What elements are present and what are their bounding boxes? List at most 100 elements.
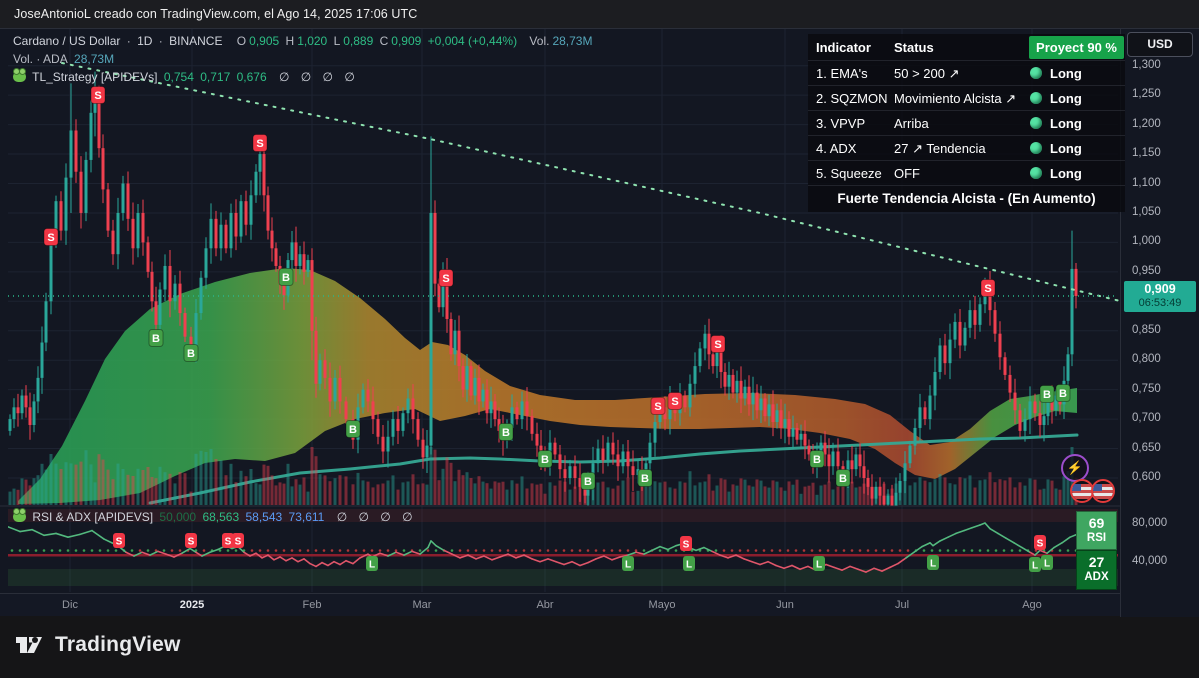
interval-label: 1D: [137, 34, 152, 48]
sell-marker[interactable]: S: [91, 87, 105, 104]
price-axis-label: 0,750: [1132, 383, 1161, 395]
buy-marker[interactable]: B: [810, 451, 824, 468]
strategy-legend[interactable]: TL_Strategy [APIDEVs] 0,754 0,717 0,676 …: [13, 70, 362, 84]
svg-text:S: S: [714, 339, 721, 351]
currency-toggle-button[interactable]: USD: [1127, 32, 1193, 57]
svg-text:B: B: [152, 333, 160, 345]
indicator-row: 1. EMA's50 > 200 ↗Long: [808, 61, 1125, 86]
rsi-long-marker[interactable]: L: [1041, 555, 1053, 570]
buy-marker[interactable]: B: [638, 470, 652, 487]
indicator-row: 2. SQZMONMovimiento Alcista ↗Long: [808, 86, 1125, 111]
buy-marker[interactable]: B: [346, 421, 360, 438]
svg-text:S: S: [442, 273, 449, 285]
strategy-empty-values: ∅ ∅ ∅ ∅: [279, 70, 359, 84]
svg-text:S: S: [984, 283, 991, 295]
signal-label: Long: [1050, 61, 1082, 86]
buy-marker[interactable]: B: [184, 345, 198, 362]
svg-text:S: S: [1037, 539, 1044, 550]
svg-text:L: L: [625, 560, 631, 571]
high-value: 1,020: [297, 34, 327, 48]
rsi-long-marker[interactable]: L: [927, 555, 939, 570]
change-value: +0,004 (+0,44%): [428, 34, 517, 48]
svg-text:S: S: [256, 138, 263, 150]
tradingview-logo[interactable]: TradingView: [14, 631, 181, 659]
long-signal-icon: [1030, 142, 1042, 154]
svg-text:B: B: [839, 473, 847, 485]
price-axis[interactable]: USD 1,3001,2501,2001,1501,1001,0501,0000…: [1120, 29, 1199, 617]
rsi-signal-markers[interactable]: SSSSSSLLLLLLL: [113, 533, 1053, 572]
svg-text:B: B: [541, 454, 549, 466]
symbol-legend[interactable]: Cardano / US Dollar · 1D · BINANCE O0,90…: [13, 34, 595, 48]
panel-footer-text: Fuerte Tendencia Alcista - (En Aumento): [808, 186, 1125, 212]
sell-marker[interactable]: S: [981, 280, 995, 297]
rsi-sell-marker[interactable]: S: [185, 533, 197, 548]
buy-marker[interactable]: B: [279, 269, 293, 286]
svg-text:B: B: [813, 454, 821, 466]
rsi-sell-marker[interactable]: S: [680, 536, 692, 551]
rsi-sell-marker[interactable]: S: [232, 533, 244, 548]
us-flag-event-icon[interactable]: [1091, 479, 1115, 503]
price-axis-label: 1,000: [1132, 235, 1161, 247]
signal-label: Long: [1050, 86, 1082, 111]
volume-legend[interactable]: Vol. · ADA 28,73M: [13, 52, 117, 66]
buy-marker[interactable]: B: [1040, 386, 1054, 403]
buy-marker[interactable]: B: [149, 330, 163, 347]
buy-marker[interactable]: B: [1056, 385, 1070, 402]
sell-marker[interactable]: S: [651, 398, 665, 415]
sell-marker[interactable]: S: [439, 270, 453, 287]
buy-marker[interactable]: B: [499, 424, 513, 441]
strategy-name: TL_Strategy [APIDEVs]: [32, 70, 157, 84]
rsi-long-marker[interactable]: L: [1029, 557, 1041, 572]
rsi-long-marker[interactable]: L: [813, 556, 825, 571]
buy-marker[interactable]: B: [836, 470, 850, 487]
rsi-long-marker[interactable]: L: [366, 556, 378, 571]
indicator-status-panel: Indicator Status Proyect 90 % 1. EMA's50…: [808, 34, 1125, 212]
rsi-value-badge: 69 RSI: [1076, 511, 1117, 550]
sell-marker[interactable]: S: [253, 135, 267, 152]
svg-text:S: S: [116, 537, 123, 548]
attribution-bar: JoseAntonioL creado con TradingView.com,…: [0, 0, 1199, 28]
sell-marker[interactable]: S: [668, 393, 682, 410]
rsi-axis-label: 40,000: [1132, 555, 1167, 567]
exchange-label: BINANCE: [169, 34, 222, 48]
price-axis-label: 1,300: [1132, 59, 1161, 71]
rsi-sell-marker[interactable]: S: [1034, 535, 1046, 550]
price-axis-label: 0,850: [1132, 324, 1161, 336]
rsi-long-marker[interactable]: L: [683, 556, 695, 571]
svg-text:B: B: [1043, 389, 1051, 401]
buy-marker[interactable]: B: [538, 451, 552, 468]
svg-text:B: B: [502, 427, 510, 439]
price-axis-label: 0,700: [1132, 412, 1161, 424]
tradingview-brand-text: TradingView: [55, 633, 181, 657]
panel-col-indicator: Indicator: [816, 34, 871, 61]
proyect-90-button[interactable]: Proyect 90 %: [1029, 36, 1124, 59]
sell-marker[interactable]: S: [711, 336, 725, 353]
signal-label: Long: [1050, 161, 1082, 186]
indicator-name: 2. SQZMON: [816, 86, 888, 111]
chart-area[interactable]: SSSSSSSSBBBBBBBBBBBBSSSSSSLLLLLLL Cardan…: [0, 28, 1199, 616]
indicator-status: Arriba: [894, 111, 929, 136]
signal-label: Long: [1050, 136, 1082, 161]
rsi-long-marker[interactable]: L: [622, 556, 634, 571]
rsi-sell-marker[interactable]: S: [113, 533, 125, 548]
time-axis-label-abr: Abr: [536, 599, 553, 611]
sell-marker[interactable]: S: [44, 229, 58, 246]
buy-marker[interactable]: B: [581, 473, 595, 490]
tradingview-screenshot: JoseAntonioL creado con TradingView.com,…: [0, 0, 1199, 678]
rsi-frog-icon: [13, 511, 26, 522]
us-flag-glyph: [1072, 481, 1092, 501]
page-footer: TradingView: [0, 616, 1199, 678]
time-axis[interactable]: Dic2025FebMarAbrMayoJunJulAgo: [0, 593, 1199, 617]
last-price-tag: 0,909 06:53:49: [1124, 281, 1196, 312]
svg-text:L: L: [1032, 561, 1038, 572]
lightning-event-icon[interactable]: ⚡: [1061, 454, 1089, 482]
svg-text:B: B: [584, 476, 592, 488]
rsi-adx-legend[interactable]: RSI & ADX [APIDEVS] 50,000 68,563 58,543…: [13, 510, 420, 524]
adx-value-badge: 27 ADX: [1076, 550, 1117, 590]
price-axis-label: 1,250: [1132, 88, 1161, 100]
pane-separator: [0, 506, 1120, 507]
svg-text:B: B: [641, 473, 649, 485]
attribution-text: JoseAntonioL creado con TradingView.com,…: [14, 7, 417, 21]
tradingview-logo-icon: [14, 631, 46, 659]
svg-text:S: S: [654, 401, 661, 413]
